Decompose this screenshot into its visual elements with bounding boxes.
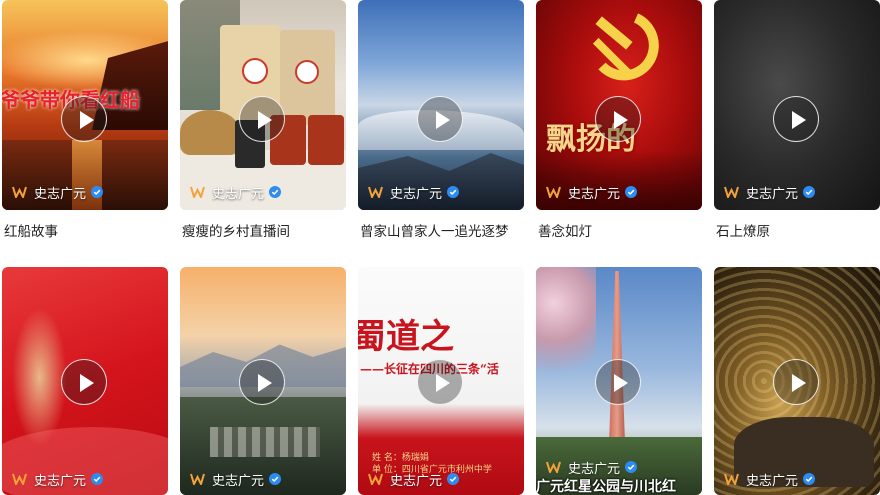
video-thumbnail[interactable]: 史志广元 <box>714 0 880 210</box>
author-label: 史志广元 <box>724 469 816 489</box>
verified-icon <box>269 186 282 198</box>
video-title[interactable]: 红船故事 <box>4 220 164 240</box>
play-icon[interactable] <box>61 359 107 405</box>
channel-logo-icon <box>12 473 27 485</box>
play-icon[interactable] <box>773 96 819 142</box>
video-thumbnail[interactable]: 史志广元 <box>358 0 524 210</box>
author-name: 史志广元 <box>212 473 265 489</box>
author-name: 史志广元 <box>34 186 87 202</box>
verified-icon <box>269 473 282 485</box>
channel-logo-icon <box>546 186 561 198</box>
verified-icon <box>91 186 104 198</box>
channel-logo-icon <box>724 186 739 198</box>
play-icon[interactable] <box>417 359 463 405</box>
video-card[interactable]: 飘扬的 史志广元 善念如灯 <box>536 0 702 240</box>
channel-logo-icon <box>12 186 27 198</box>
video-title[interactable]: 善念如灯 <box>538 220 698 240</box>
video-thumbnail[interactable]: 蜀道之 ——长征在四川的三条“活 姓 名：杨瑞娟 单 位：四川省广元市利州中学 … <box>358 267 524 495</box>
play-icon[interactable] <box>595 96 641 142</box>
video-card[interactable]: 史志广元 曾家山曾家人一追光逐梦 <box>358 0 524 240</box>
play-icon[interactable] <box>239 96 285 142</box>
video-title[interactable]: 石上燎原 <box>716 220 876 240</box>
channel-logo-icon <box>724 473 739 485</box>
channel-logo-icon <box>190 473 205 485</box>
video-thumbnail[interactable]: 飘扬的 史志广元 <box>536 0 702 210</box>
author-name: 史志广元 <box>746 186 799 202</box>
video-card[interactable]: 史志广元 <box>714 267 880 495</box>
video-card[interactable]: 史志广元 石上燎原 <box>714 0 880 240</box>
play-icon[interactable] <box>773 359 819 405</box>
verified-icon <box>447 473 460 485</box>
video-card[interactable]: 蜀道之 ——长征在四川的三条“活 姓 名：杨瑞娟 单 位：四川省广元市利州中学 … <box>358 267 524 495</box>
video-card[interactable]: 史志广元 <box>180 267 346 495</box>
verified-icon <box>447 186 460 198</box>
author-name: 史志广元 <box>568 461 621 477</box>
verified-icon <box>91 473 104 485</box>
author-label: 史志广元 <box>12 182 104 202</box>
video-thumbnail[interactable]: 史志广元 <box>180 0 346 210</box>
channel-logo-icon <box>546 461 561 473</box>
author-name: 史志广元 <box>390 473 443 489</box>
play-icon[interactable] <box>239 359 285 405</box>
video-thumbnail[interactable]: 爷爷带你看红船 史志广元 <box>2 0 168 210</box>
author-name: 史志广元 <box>34 473 87 489</box>
author-label: 史志广元 <box>190 182 282 202</box>
video-card[interactable]: 广元红星公园与川北红 史志广元 <box>536 267 702 495</box>
play-icon[interactable] <box>595 359 641 405</box>
verified-icon <box>803 186 816 198</box>
author-name: 史志广元 <box>568 186 621 202</box>
video-card[interactable]: 爷爷带你看红船 史志广元 红船故事 <box>2 0 168 240</box>
video-card[interactable]: 史志广元 瘦瘦的乡村直播间 <box>180 0 346 240</box>
video-title[interactable]: 瘦瘦的乡村直播间 <box>182 220 342 240</box>
verified-icon <box>625 186 638 198</box>
author-label: 史志广元 <box>368 182 460 202</box>
play-icon[interactable] <box>61 96 107 142</box>
author-label: 史志广元 <box>12 469 104 489</box>
author-name: 史志广元 <box>390 186 443 202</box>
author-name: 史志广元 <box>746 473 799 489</box>
play-icon[interactable] <box>417 96 463 142</box>
author-label: 史志广元 <box>546 182 638 202</box>
hammer-sickle-emblem <box>592 13 659 81</box>
video-thumbnail[interactable]: 广元红星公园与川北红 史志广元 <box>536 267 702 495</box>
channel-logo-icon <box>190 186 205 198</box>
author-label: 史志广元 <box>724 182 816 202</box>
video-thumbnail[interactable]: 史志广元 <box>180 267 346 495</box>
video-thumbnail[interactable]: 史志广元 <box>2 267 168 495</box>
verified-icon <box>625 461 638 473</box>
author-label: 史志广元 <box>190 469 282 489</box>
author-label: 史志广元 <box>368 469 460 489</box>
video-thumbnail[interactable]: 史志广元 <box>714 267 880 495</box>
video-card[interactable]: 史志广元 <box>2 267 168 495</box>
video-overlay-text: 蜀道之 <box>358 317 454 357</box>
video-overlay-text: 广元红星公园与川北红 <box>536 479 676 495</box>
author-name: 史志广元 <box>212 186 265 202</box>
channel-logo-icon <box>368 473 383 485</box>
verified-icon <box>803 473 816 485</box>
video-title[interactable]: 曾家山曾家人一追光逐梦 <box>360 220 520 240</box>
channel-logo-icon <box>368 186 383 198</box>
author-label: 史志广元 <box>546 457 638 477</box>
